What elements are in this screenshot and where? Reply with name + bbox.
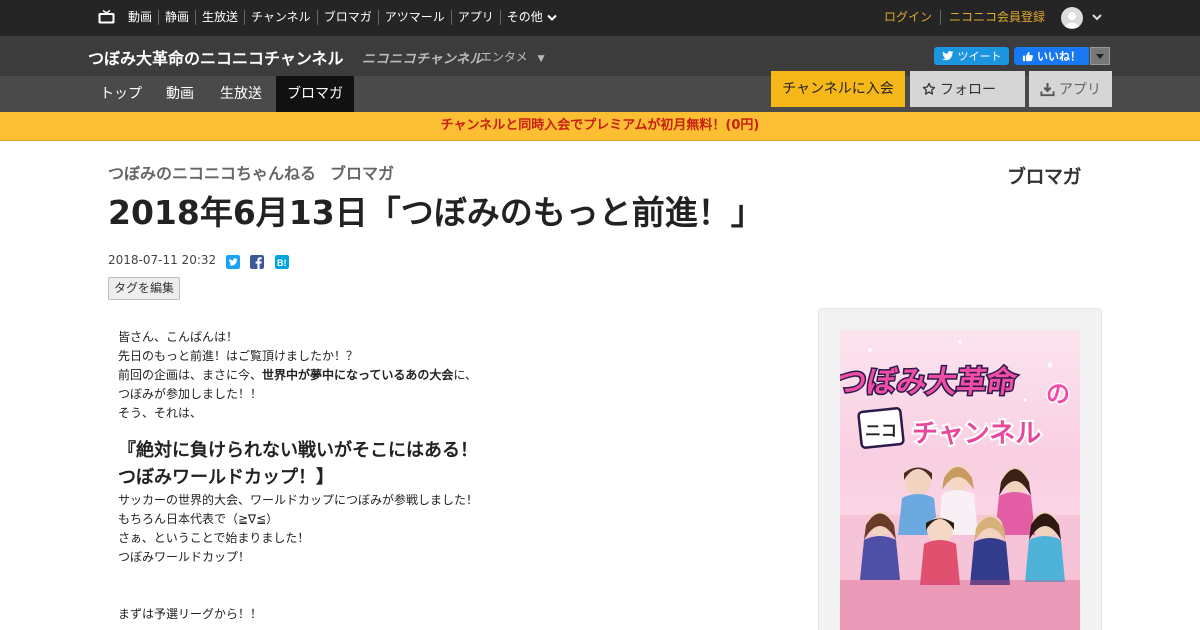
dropdown-triangle-icon: ▼ <box>537 54 545 64</box>
global-nav-bromaga[interactable]: ブロマガ <box>316 10 378 25</box>
channel-thumbnail[interactable]: つぼみ大革命 の ニコ チャンネル <box>840 330 1080 630</box>
avatar[interactable] <box>1061 7 1083 29</box>
tab-video[interactable]: 動画 <box>155 76 205 112</box>
body-heading: つぼみワールドカップ！】 <box>118 467 334 488</box>
body-text: 前回の企画は、まさに今、 <box>118 368 263 382</box>
thumbnail-nico-mark: ニコ <box>865 421 897 440</box>
svg-text:B!: B! <box>277 258 287 268</box>
tweet-button[interactable]: ツイート <box>934 47 1009 65</box>
global-nav-channel[interactable]: チャンネル <box>244 10 317 25</box>
facebook-icon[interactable] <box>250 255 264 269</box>
body-line: つぼみワールドカップ！ <box>118 550 251 564</box>
body-line: 前回の企画は、まさに今、世界中が夢中になっているあの大会に、 <box>118 366 758 385</box>
tab-live[interactable]: 生放送 <box>209 76 273 112</box>
member-group-illustration <box>840 465 1080 630</box>
article-body: 皆さん、こんばんは！ 先日のもっと前進！はご覧頂けましたか！？ 前回の企画は、ま… <box>118 328 758 624</box>
bromaga-logo[interactable]: ブロマガ <box>1007 162 1082 189</box>
post-date: 2018-07-11 20:32 <box>108 253 217 267</box>
facebook-like-button[interactable]: いいね！ <box>1014 47 1089 65</box>
tab-top[interactable]: トップ <box>89 76 153 112</box>
global-nav-live[interactable]: 生放送 <box>195 10 244 25</box>
page-title: 2018年6月13日「つぼみのもっと前進！」 <box>108 193 764 232</box>
body-line: まずは予選リーグから！！ <box>118 607 263 621</box>
thumbnail-logo-line1: つぼみ大革命 <box>840 364 1020 400</box>
download-icon <box>1040 82 1055 96</box>
thumbs-up-icon <box>1022 51 1033 61</box>
global-nav-douga[interactable]: 動画 <box>122 10 158 25</box>
triangle-down-icon <box>1096 54 1104 59</box>
star-outline-icon <box>922 82 936 95</box>
channel-name[interactable]: つぼみ大革命のニコニコチャンネル <box>88 45 344 69</box>
breadcrumb-section[interactable]: ブロマガ <box>330 164 394 183</box>
global-nav-app[interactable]: アプリ <box>450 10 500 25</box>
app-label: アプリ <box>1059 82 1101 98</box>
thumbnail-logo-particle: の <box>1046 380 1070 408</box>
body-line: サッカーの世界的大会、ワールドカップにつぼみが参戦しました！ <box>118 493 479 507</box>
niconico-tv-icon[interactable] <box>98 10 115 24</box>
account-links: ログイン ニコニコ会員登録 <box>884 10 1053 25</box>
global-nav-more[interactable]: その他 <box>499 10 563 25</box>
body-bold-text: 世界中が夢中になっているあの大会 <box>262 368 454 382</box>
genre-dropdown[interactable]: エンタメ ▼ <box>480 48 545 65</box>
body-text: に、 <box>453 368 478 382</box>
channel-thumbnail-art: つぼみ大革命 の ニコ チャンネル <box>840 340 1080 630</box>
body-heading: 『絶対に負けられない戦いがそこにはある！ <box>118 440 478 461</box>
follow-label: フォロー <box>940 82 996 98</box>
tweet-label: ツイート <box>957 50 1002 63</box>
genre-label: エンタメ <box>480 50 528 64</box>
body-line: もちろん日本代表で（≧∇≦） <box>118 512 279 526</box>
facebook-like-more[interactable] <box>1090 47 1110 65</box>
niconico-channel-logo[interactable]: ニコニコチャンネル <box>362 48 483 67</box>
twitter-icon[interactable] <box>226 255 240 269</box>
body-line: つぼみが参加しました！！ <box>118 387 263 401</box>
edit-tags-button[interactable]: タグを編集 <box>108 277 180 300</box>
global-nav-atsumaru[interactable]: アツマール <box>377 10 451 25</box>
global-nav: 動画 静画 生放送 チャンネル ブロマガ アツマール アプリ その他 <box>122 10 563 25</box>
body-line: さぁ、ということで始まりました！ <box>118 531 310 545</box>
global-nav-more-label: その他 <box>506 10 543 24</box>
tab-bromaga[interactable]: ブロマガ <box>276 76 354 112</box>
thumbnail-logo-line2: チャンネル <box>912 419 1041 449</box>
body-line: そう、それは、 <box>118 406 203 420</box>
hatena-bookmark-icon[interactable]: B! <box>275 255 289 269</box>
like-label: いいね！ <box>1037 50 1081 63</box>
app-button[interactable]: アプリ <box>1029 71 1112 107</box>
chevron-down-icon <box>547 14 557 21</box>
follow-button[interactable]: フォロー <box>910 71 1025 107</box>
body-line: 先日のもっと前進！はご覧頂けましたか！？ <box>118 349 359 363</box>
twitter-icon <box>941 51 953 61</box>
signup-link[interactable]: ニコニコ会員登録 <box>940 10 1053 25</box>
global-header: 動画 静画 生放送 チャンネル ブロマガ アツマール アプリ その他 ログイン … <box>0 0 1200 36</box>
join-channel-button[interactable]: チャンネルに入会 <box>771 71 905 107</box>
body-line: 皆さん、こんばんは！ <box>118 330 239 344</box>
breadcrumb: つぼみのニコニコちゃんねる ブロマガ <box>108 160 394 184</box>
account-menu-chevron-icon[interactable] <box>1091 11 1103 23</box>
breadcrumb-channel[interactable]: つぼみのニコニコちゃんねる <box>108 164 316 183</box>
premium-promo-banner[interactable]: チャンネルと同時入会でプレミアムが初月無料！(0円) <box>0 112 1200 141</box>
global-nav-seiga[interactable]: 静画 <box>158 10 195 25</box>
user-icon <box>1064 12 1080 28</box>
login-link[interactable]: ログイン <box>884 10 940 25</box>
